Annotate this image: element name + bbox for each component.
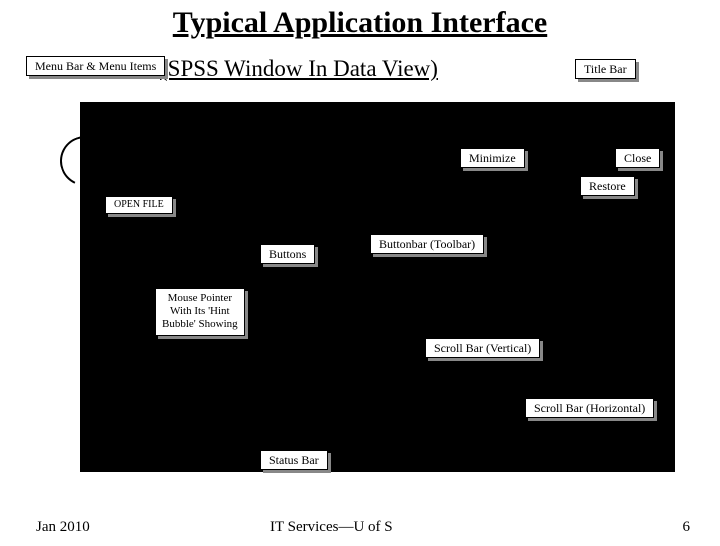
page-number: 6 <box>683 519 691 536</box>
slide-subtitle: (SPSS Window In Data View) <box>160 56 438 82</box>
label-scroll-horizontal: Scroll Bar (Horizontal) <box>525 398 654 418</box>
label-close: Close <box>615 148 660 168</box>
label-scroll-vertical: Scroll Bar (Vertical) <box>425 338 540 358</box>
label-buttons: Buttons <box>260 244 315 264</box>
footer-org: IT Services—U of S <box>270 519 393 536</box>
slide-title: Typical Application Interface <box>0 6 720 40</box>
label-status-bar: Status Bar <box>260 450 328 470</box>
label-menu-bar: Menu Bar & Menu Items <box>26 56 165 76</box>
label-mouse-pointer: Mouse Pointer With Its 'Hint Bubble' Sho… <box>155 288 245 336</box>
label-restore: Restore <box>580 176 635 196</box>
label-minimize: Minimize <box>460 148 525 168</box>
label-title-bar: Title Bar <box>575 59 636 79</box>
label-buttonbar: Buttonbar (Toolbar) <box>370 234 484 254</box>
footer-date: Jan 2010 <box>36 519 90 536</box>
label-open-file: OPEN FILE <box>105 196 173 214</box>
